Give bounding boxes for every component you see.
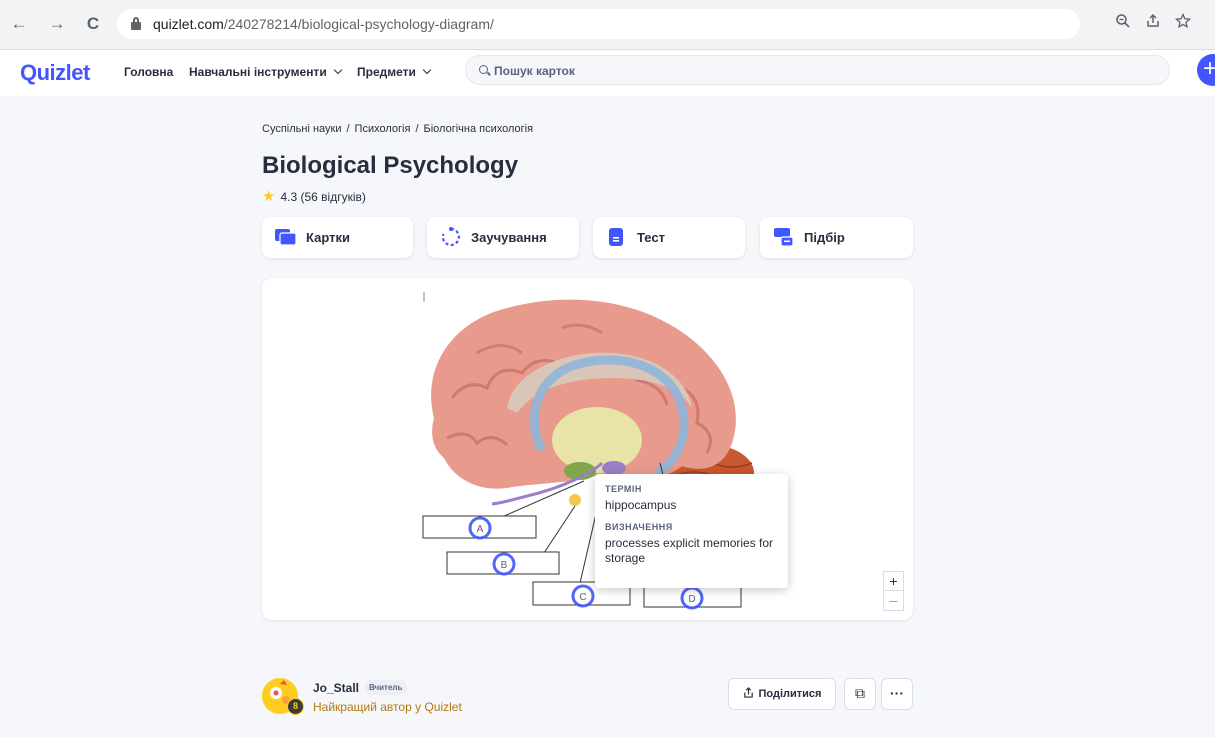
more-icon: ··· bbox=[890, 685, 904, 701]
star-icon: ★ bbox=[262, 188, 276, 205]
more-options-button[interactable]: ··· bbox=[881, 678, 913, 710]
term-heading: ТЕРМІН bbox=[605, 484, 642, 494]
svg-text:C: C bbox=[579, 592, 586, 603]
reload-icon[interactable]: C bbox=[82, 13, 104, 35]
top-creator-label: Найкращий автор у Quizlet bbox=[313, 700, 462, 714]
lock-icon bbox=[131, 17, 141, 30]
breadcrumb: Суспільні науки / Психологія / Біологічна пс… bbox=[262, 123, 534, 135]
match-icon bbox=[774, 228, 794, 247]
copy-button[interactable]: ⧉ bbox=[844, 678, 876, 710]
mode-match-button[interactable]: Підбір bbox=[760, 217, 913, 258]
zoom-out-button[interactable]: – bbox=[884, 591, 903, 610]
mode-cards-button[interactable]: Картки bbox=[262, 217, 413, 258]
zoom-controls: + – bbox=[883, 571, 904, 611]
quizlet-logo[interactable]: Quizlet bbox=[20, 60, 90, 86]
brain-diagram[interactable]: A B C D bbox=[262, 278, 913, 620]
role-badge: Вчитель bbox=[364, 680, 408, 695]
nav-home[interactable]: Головна bbox=[124, 65, 173, 79]
browser-toolbar: ← → C quizlet.com/240278214/biological-p… bbox=[0, 0, 1215, 50]
create-button[interactable]: + bbox=[1197, 54, 1215, 86]
site-header: Quizlet Головна Навчальні інструменти Пр… bbox=[0, 50, 1215, 96]
medal-icon: 8 bbox=[287, 698, 304, 715]
marker-d[interactable]: D bbox=[680, 586, 704, 610]
back-icon[interactable]: ← bbox=[8, 13, 30, 35]
term-value: hippocampus bbox=[605, 498, 677, 512]
share-button[interactable]: Поділитися bbox=[728, 678, 836, 710]
forward-icon[interactable]: → bbox=[46, 13, 68, 35]
address-bar[interactable]: quizlet.com/240278214/biological-psychol… bbox=[117, 9, 1080, 39]
breadcrumb-item[interactable]: Психологія bbox=[355, 123, 411, 135]
breadcrumb-item[interactable]: Суспільні науки bbox=[262, 123, 341, 135]
svg-text:B: B bbox=[501, 560, 508, 571]
marker-c[interactable]: C bbox=[571, 584, 595, 608]
rating[interactable]: ★ 4.3 (56 відгуків) bbox=[262, 187, 366, 205]
zoom-in-button[interactable]: + bbox=[884, 572, 903, 591]
marker-b[interactable]: B bbox=[492, 552, 516, 576]
search-icon bbox=[479, 65, 488, 74]
page-title: Biological Psychology bbox=[262, 152, 519, 179]
definition-value: processes explicit memories for storage bbox=[605, 536, 774, 565]
svg-text:A: A bbox=[477, 524, 484, 535]
marker-a[interactable]: A bbox=[468, 516, 492, 540]
share-page-icon[interactable] bbox=[1142, 13, 1164, 35]
share-icon bbox=[743, 687, 753, 698]
zoom-icon[interactable] bbox=[1112, 13, 1134, 35]
chevron-down-icon bbox=[333, 65, 342, 75]
search-input[interactable] bbox=[494, 62, 1094, 80]
learn-icon bbox=[441, 227, 460, 247]
search-bar[interactable] bbox=[465, 55, 1170, 85]
url-text: quizlet.com/240278214/biological-psychol… bbox=[153, 16, 494, 32]
svg-text:D: D bbox=[688, 594, 695, 605]
chevron-down-icon bbox=[422, 65, 432, 75]
nav-study-tools[interactable]: Навчальні інструменти bbox=[189, 65, 342, 79]
definition-heading: ВИЗНАЧЕННЯ bbox=[605, 522, 673, 532]
nav-subjects[interactable]: Предмети bbox=[357, 65, 432, 79]
mode-learn-button[interactable]: Заучування bbox=[427, 217, 579, 258]
copy-icon: ⧉ bbox=[855, 685, 865, 701]
test-icon bbox=[609, 228, 623, 246]
diagram-card: A B C D bbox=[262, 278, 913, 620]
cards-icon bbox=[275, 229, 297, 246]
breadcrumb-item[interactable]: Біологічна психологія bbox=[424, 123, 534, 135]
mode-test-button[interactable]: Тест bbox=[593, 217, 745, 258]
author-name[interactable]: Jo_Stall bbox=[313, 681, 359, 695]
bookmark-star-icon[interactable] bbox=[1172, 12, 1194, 35]
term-tooltip: ТЕРМІН hippocampus ВИЗНАЧЕННЯ processes … bbox=[595, 474, 788, 588]
